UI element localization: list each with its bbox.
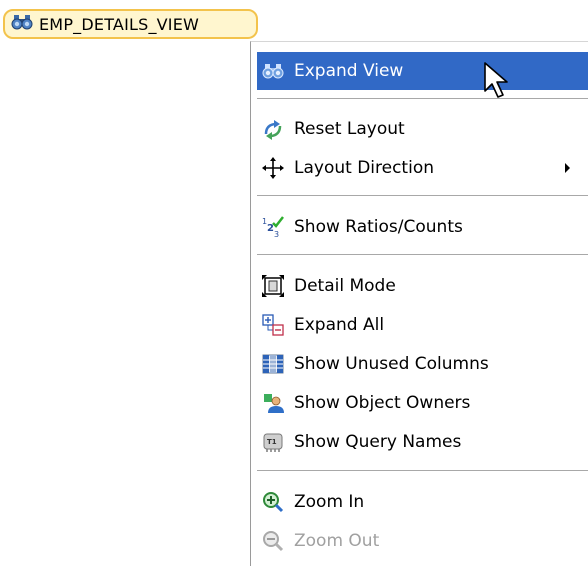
- move-arrows-icon: [258, 153, 288, 183]
- menu-item-label: Show Object Owners: [294, 393, 471, 413]
- mouse-pointer-icon: [483, 61, 511, 106]
- menu-separator: [257, 470, 588, 472]
- columns-table-icon: [258, 349, 288, 379]
- reset-arrows-icon: [258, 114, 288, 144]
- view-node[interactable]: EMP_DETAILS_VIEW: [3, 9, 258, 39]
- menu-item-label: Zoom In: [294, 492, 365, 512]
- menu-item-zoom-in[interactable]: Zoom In: [257, 483, 588, 521]
- menu-item-label: Zoom Out: [294, 531, 380, 551]
- menu-item-zoom-out[interactable]: Zoom Out: [257, 522, 588, 560]
- menu-item-detail-mode[interactable]: Detail Mode: [257, 267, 588, 305]
- context-menu: Expand View Reset Layout Layout Directio…: [250, 41, 588, 566]
- submenu-arrow-icon: [565, 163, 570, 173]
- menu-item-label: Expand All: [294, 315, 385, 335]
- menu-item-label: Layout Direction: [294, 158, 434, 178]
- zoom-in-icon: [258, 487, 288, 517]
- menu-item-reset-layout[interactable]: Reset Layout: [257, 110, 588, 148]
- menu-item-label: Detail Mode: [294, 276, 396, 296]
- menu-item-show-object-owners[interactable]: Show Object Owners: [257, 384, 588, 422]
- menu-item-label: Show Ratios/Counts: [294, 217, 463, 237]
- menu-separator: [257, 195, 588, 197]
- expand-collapse-icon: [258, 310, 288, 340]
- svg-text:T1: T1: [267, 438, 277, 446]
- menu-item-show-query-names[interactable]: T1 Show Query Names: [257, 423, 588, 461]
- node-label: EMP_DETAILS_VIEW: [39, 14, 200, 34]
- binoculars-icon: [11, 14, 33, 35]
- ratio-numbers-icon: 1 2 3: [258, 212, 288, 242]
- menu-item-label: Expand View: [294, 61, 404, 81]
- detail-frame-icon: [258, 271, 288, 301]
- menu-separator: [257, 98, 588, 100]
- menu-separator: [257, 254, 588, 256]
- menu-item-label: Show Unused Columns: [294, 354, 489, 374]
- owner-user-icon: [258, 388, 288, 418]
- menu-item-label: Show Query Names: [294, 432, 462, 452]
- zoom-out-icon: [258, 526, 288, 556]
- binoculars-icon: [258, 56, 288, 86]
- svg-text:3: 3: [274, 230, 279, 239]
- menu-item-expand-all[interactable]: Expand All: [257, 306, 588, 344]
- menu-item-show-unused-columns[interactable]: Show Unused Columns: [257, 345, 588, 383]
- menu-item-label: Reset Layout: [294, 119, 405, 139]
- menu-item-expand-view[interactable]: Expand View: [257, 52, 588, 90]
- menu-item-layout-direction[interactable]: Layout Direction: [257, 149, 588, 187]
- query-tag-icon: T1: [258, 427, 288, 457]
- menu-item-show-ratios-counts[interactable]: 1 2 3 Show Ratios/Counts: [257, 208, 588, 246]
